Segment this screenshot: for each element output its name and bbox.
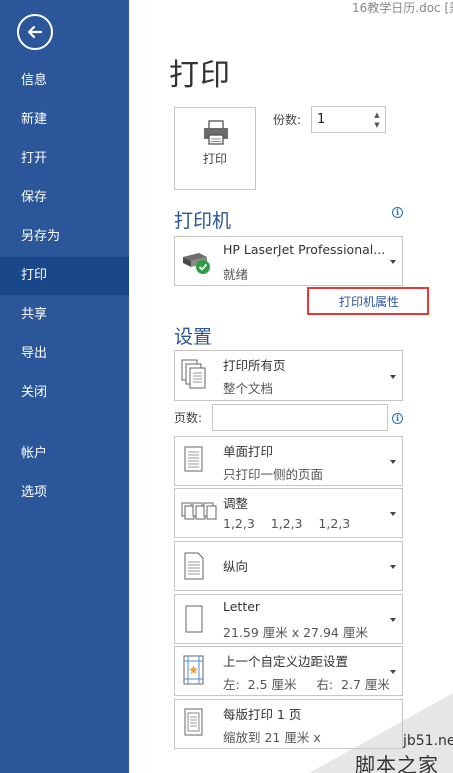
sides-sub: 只打印一侧的页面 (223, 467, 324, 482)
nav-new[interactable]: 新建 (0, 101, 129, 139)
chevron-down-icon (390, 670, 396, 674)
nav-open[interactable]: 打开 (0, 140, 129, 178)
collate-select[interactable]: 调整 1,2,3 1,2,3 1,2,3 (174, 488, 403, 538)
paper-size-icon (185, 605, 203, 633)
chevron-down-icon (390, 260, 396, 264)
pages-icon (181, 359, 206, 389)
pages-info-icon[interactable]: i (392, 413, 403, 424)
printer-name: HP LaserJet Professional... (223, 242, 386, 257)
chevron-down-icon (390, 618, 396, 622)
nav-close[interactable]: 关闭 (0, 374, 129, 412)
printer-icon (204, 120, 228, 145)
copies-stepper[interactable]: 1 ▲ ▼ (311, 106, 386, 133)
copies-label: 份数: (273, 113, 302, 127)
single-sided-icon (184, 446, 203, 472)
increment-arrow-icon[interactable]: ▲ (372, 110, 382, 120)
chevron-down-icon (390, 460, 396, 464)
margins-sub: 左: 2.5 厘米 右: 2.7 厘米 (223, 677, 390, 692)
nav-options[interactable]: 选项 (0, 474, 129, 512)
nav-save[interactable]: 保存 (0, 179, 129, 217)
collate-sub: 1,2,3 1,2,3 1,2,3 (223, 516, 351, 531)
nav-export[interactable]: 导出 (0, 335, 129, 373)
backstage-sidebar: 信息 新建 打开 保存 另存为 打印 共享 导出 关闭 帐户 选项 (0, 0, 129, 773)
watermark-name: 脚本之家 (355, 753, 439, 773)
nav-save-as[interactable]: 另存为 (0, 218, 129, 256)
paper-size-select[interactable]: Letter 21.59 厘米 x 27.94 厘米 (174, 594, 403, 644)
margins-main: 上一个自定义边距设置 (223, 654, 349, 669)
printer-section-title: 打印机 (174, 210, 232, 232)
portrait-icon (184, 552, 204, 580)
pages-label: 页数: (174, 411, 203, 425)
sides-main: 单面打印 (223, 444, 274, 459)
pages-per-sheet-icon (184, 708, 203, 736)
page-title: 打印 (169, 58, 231, 93)
nav-account[interactable]: 帐户 (0, 435, 129, 473)
print-button[interactable]: 打印 (174, 107, 256, 190)
printer-ready-icon (183, 253, 210, 274)
paper-size-main: Letter (223, 599, 261, 614)
printer-info-icon[interactable]: i (392, 207, 403, 218)
nav-print[interactable]: 打印 (0, 257, 129, 295)
pages-per-sheet-main: 每版打印 1 页 (223, 707, 302, 722)
chevron-down-icon (390, 375, 396, 379)
collate-main: 调整 (223, 496, 249, 511)
decrement-arrow-icon[interactable]: ▼ (372, 120, 382, 130)
back-arrow-icon (27, 25, 43, 39)
watermark-url: jb51.net (403, 733, 453, 749)
back-button[interactable] (17, 14, 53, 50)
margins-select[interactable]: 上一个自定义边距设置 左: 2.5 厘米 右: 2.7 厘米 (174, 646, 403, 696)
chevron-down-icon (390, 565, 396, 569)
print-range-sub: 整个文档 (223, 381, 274, 396)
orientation-select[interactable]: 纵向 (174, 541, 403, 591)
nav-info[interactable]: 信息 (0, 62, 129, 100)
print-range-main: 打印所有页 (223, 358, 286, 373)
print-button-label: 打印 (202, 152, 227, 166)
orientation-main: 纵向 (223, 559, 249, 574)
printer-select[interactable]: HP LaserJet Professional... 就绪 (174, 236, 403, 286)
print-range-select[interactable]: 打印所有页 整个文档 (174, 350, 403, 401)
printer-properties-link[interactable]: 打印机属性 (307, 287, 429, 315)
chevron-down-icon (390, 512, 396, 516)
printer-properties-label: 打印机属性 (339, 295, 400, 309)
pages-input[interactable] (212, 404, 388, 431)
nav-share[interactable]: 共享 (0, 296, 129, 334)
margins-icon (183, 655, 204, 685)
pages-per-sheet-sub: 缩放到 21 厘米 x (223, 730, 321, 745)
settings-section-title: 设置 (174, 326, 213, 348)
watermark: jb51.net 脚本之家 (309, 693, 453, 773)
printer-status: 就绪 (223, 267, 249, 282)
sides-select[interactable]: 单面打印 只打印一侧的页面 (174, 436, 403, 486)
paper-size-sub: 21.59 厘米 x 27.94 厘米 (223, 625, 368, 640)
collate-icon (181, 502, 217, 520)
document-title: 16教学日历.doc [兼 (352, 1, 453, 15)
copies-value[interactable]: 1 (317, 112, 325, 127)
